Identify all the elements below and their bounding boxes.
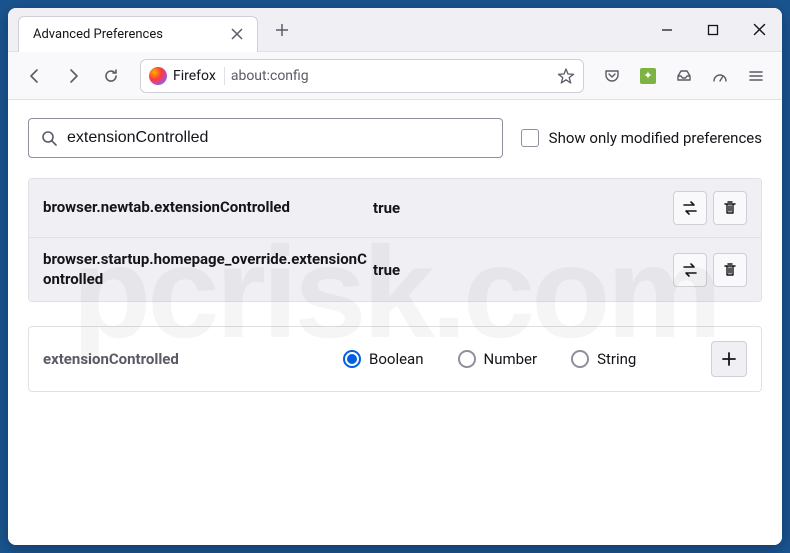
minimize-button[interactable] [644, 8, 690, 51]
radio-icon [458, 350, 476, 368]
maximize-button[interactable] [690, 8, 736, 51]
window-controls [644, 8, 782, 51]
radio-icon [343, 350, 361, 368]
preference-value: true [373, 261, 673, 279]
preference-name: browser.newtab.extensionControlled [43, 198, 373, 218]
preference-name: browser.startup.homepage_override.extens… [43, 250, 373, 289]
preference-row[interactable]: browser.startup.homepage_override.extens… [29, 237, 761, 301]
pocket-icon[interactable] [596, 60, 628, 92]
close-window-button[interactable] [736, 8, 782, 51]
about-config-content: Show only modified preferences browser.n… [8, 100, 782, 545]
search-icon [41, 130, 57, 146]
dashboard-icon[interactable] [704, 60, 736, 92]
radio-icon [571, 350, 589, 368]
search-box[interactable] [28, 118, 503, 158]
radio-string[interactable]: String [571, 350, 636, 368]
url-brand-label: Firefox [173, 68, 216, 84]
row-actions [673, 191, 747, 225]
type-radio-group: Boolean Number String [343, 350, 711, 368]
new-tab-button[interactable] [266, 14, 298, 46]
close-icon[interactable] [227, 24, 247, 44]
search-input[interactable] [67, 129, 490, 147]
tab-title: Advanced Preferences [33, 27, 163, 42]
tab-active[interactable]: Advanced Preferences [18, 16, 258, 52]
inbox-icon[interactable] [668, 60, 700, 92]
radio-label: String [597, 350, 636, 368]
search-row: Show only modified preferences [28, 118, 762, 158]
bookmark-star-icon[interactable] [557, 67, 575, 85]
modified-only-label: Show only modified preferences [549, 129, 762, 147]
preference-value: true [373, 199, 673, 217]
preference-row[interactable]: browser.newtab.extensionControlled true [29, 179, 761, 237]
menu-icon[interactable] [740, 60, 772, 92]
browser-window: Advanced Preferences [8, 8, 782, 545]
titlebar: Advanced Preferences [8, 8, 782, 52]
toggle-button[interactable] [673, 191, 707, 225]
nav-toolbar: Firefox about:config ✦ [8, 52, 782, 100]
firefox-logo-icon [149, 67, 167, 85]
back-button[interactable] [18, 59, 52, 93]
delete-button[interactable] [713, 253, 747, 287]
toolbar-icons: ✦ [596, 60, 772, 92]
toggle-button[interactable] [673, 253, 707, 287]
preference-list: browser.newtab.extensionControlled true … [28, 178, 762, 302]
url-identity: Firefox [149, 67, 225, 85]
url-bar[interactable]: Firefox about:config [140, 59, 584, 93]
reload-button[interactable] [94, 59, 128, 93]
checkbox-icon [521, 129, 539, 147]
new-preference-name: extensionControlled [43, 350, 343, 368]
delete-button[interactable] [713, 191, 747, 225]
row-actions [673, 253, 747, 287]
new-preference-row: extensionControlled Boolean Number Strin… [28, 326, 762, 392]
radio-boolean[interactable]: Boolean [343, 350, 424, 368]
add-preference-button[interactable] [711, 341, 747, 377]
radio-label: Boolean [369, 350, 424, 368]
url-address: about:config [231, 68, 309, 84]
extension-icon[interactable]: ✦ [632, 60, 664, 92]
forward-button[interactable] [56, 59, 90, 93]
modified-only-toggle[interactable]: Show only modified preferences [521, 129, 762, 147]
radio-number[interactable]: Number [458, 350, 538, 368]
radio-label: Number [484, 350, 538, 368]
